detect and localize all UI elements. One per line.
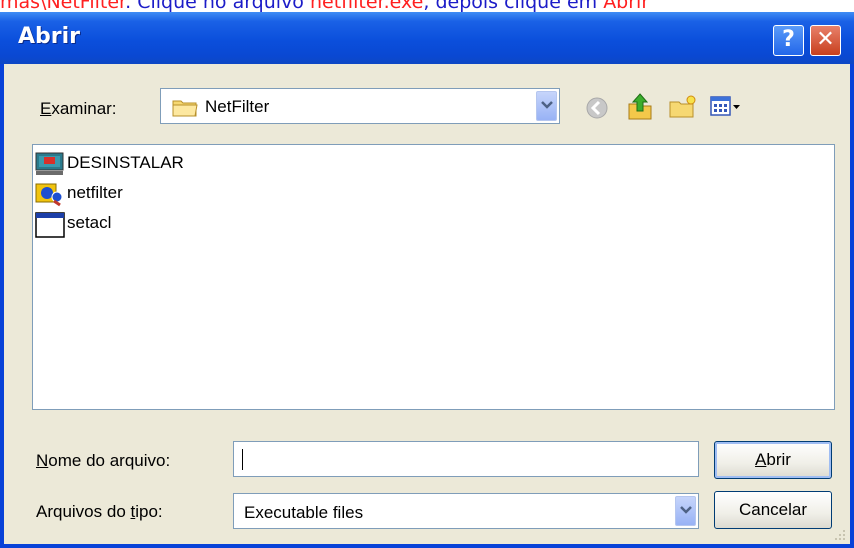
window-app-icon [35, 211, 65, 238]
folder-icon [171, 96, 199, 123]
filetype-label-pre: Arquivos do [36, 502, 131, 521]
close-button[interactable]: ✕ [810, 25, 841, 56]
new-folder-icon[interactable] [668, 94, 698, 125]
view-menu-icon[interactable] [710, 96, 742, 123]
filetype-label: Arquivos do tipo: [36, 502, 163, 522]
filename-input[interactable] [233, 441, 699, 477]
open-accel: A [755, 450, 767, 469]
filename-label: Nome do arquivo: [36, 451, 170, 471]
open-dialog: Abrir ? ✕ Examinar: NetFilter DESINSTALA… [0, 12, 854, 548]
help-button[interactable]: ? [773, 25, 804, 56]
look-in-label: Examinar: [40, 99, 117, 119]
open-button[interactable]: Abrir [714, 441, 832, 479]
filename-accel: N [36, 451, 49, 470]
dialog-title: Abrir [18, 24, 81, 49]
file-name: DESINSTALAR [67, 153, 184, 172]
file-name: setacl [67, 213, 112, 232]
look-in-accel: E [40, 99, 52, 118]
monitor-icon [35, 151, 65, 177]
dialog-body: Examinar: NetFilter DESINSTALAR netfilte… [4, 64, 850, 544]
title-bar[interactable]: Abrir ? ✕ [0, 12, 854, 64]
list-item[interactable]: netfilter [35, 179, 175, 209]
file-name: netfilter [67, 183, 123, 202]
open-label: brir [766, 450, 791, 469]
filetype-dropdown[interactable]: Executable files [233, 493, 699, 529]
list-item[interactable]: DESINSTALAR [35, 149, 235, 179]
look-in-dropdown[interactable]: NetFilter [160, 88, 560, 124]
cancel-button[interactable]: Cancelar [714, 491, 832, 529]
look-in-dropdown-arrow[interactable] [536, 91, 557, 121]
filetype-value: Executable files [244, 503, 364, 522]
text-cursor [242, 449, 243, 470]
netfilter-app-icon [35, 181, 65, 207]
look-in-value: NetFilter [205, 97, 270, 116]
up-folder-icon[interactable] [626, 92, 654, 127]
file-list[interactable]: DESINSTALAR netfilter setacl [32, 144, 835, 410]
filetype-label-post: ipo: [135, 502, 163, 521]
filetype-dropdown-arrow[interactable] [675, 496, 696, 526]
resize-grip-icon[interactable] [832, 528, 848, 547]
back-icon[interactable] [585, 96, 609, 125]
list-item[interactable]: setacl [35, 209, 155, 239]
look-in-label-text: xaminar: [51, 99, 117, 118]
filename-label-text: ome do arquivo: [48, 451, 171, 470]
